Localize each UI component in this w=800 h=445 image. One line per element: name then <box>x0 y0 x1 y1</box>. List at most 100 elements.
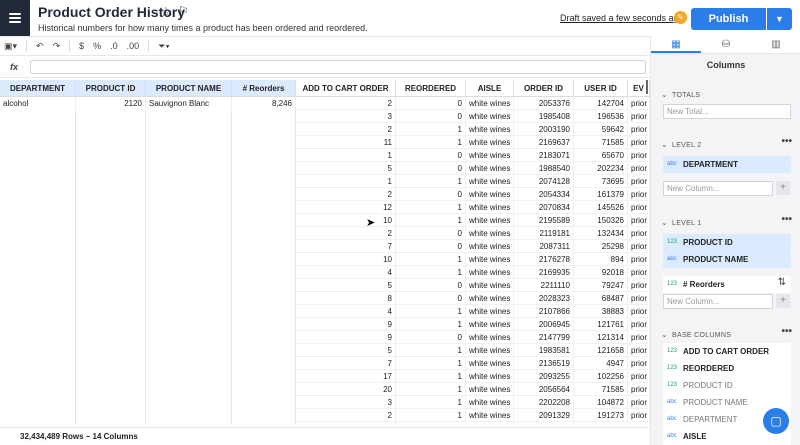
cell-aisle[interactable]: white wines <box>466 409 514 422</box>
cell-order-id[interactable]: 1988540 <box>514 162 574 175</box>
cell-eval-set[interactable]: prior <box>628 331 650 344</box>
cell-reordered[interactable]: 0 <box>396 240 466 253</box>
cell-order-id[interactable]: 2136519 <box>514 357 574 370</box>
cell-reordered[interactable]: 1 <box>396 201 466 214</box>
cell-user-id[interactable]: 104872 <box>574 396 628 409</box>
cell-user-id[interactable]: 71585 <box>574 383 628 396</box>
new-column-input[interactable]: New Column... <box>663 294 773 309</box>
cell-reordered[interactable]: 0 <box>396 227 466 240</box>
cell-aisle[interactable]: white wines <box>466 292 514 305</box>
cell-add-to-cart-order[interactable]: 20 <box>296 383 396 396</box>
pencil-icon[interactable]: ✎ <box>674 11 687 24</box>
cell-reordered[interactable]: 0 <box>396 149 466 162</box>
cell-order-id[interactable]: 2070834 <box>514 201 574 214</box>
cell-aisle[interactable]: white wines <box>466 227 514 240</box>
cell-eval-set[interactable]: prior <box>628 136 650 149</box>
cell-order-id[interactable]: 2176278 <box>514 253 574 266</box>
cell-aisle[interactable]: white wines <box>466 396 514 409</box>
cell-aisle[interactable]: white wines <box>466 357 514 370</box>
tab-database-icon[interactable]: ⛁ <box>701 36 751 53</box>
undo-icon[interactable]: ↶ <box>36 41 44 52</box>
cell-user-id[interactable]: 25298 <box>574 240 628 253</box>
cell-aisle[interactable]: white wines <box>466 266 514 279</box>
cell-order-id[interactable]: 2093255 <box>514 370 574 383</box>
add-icon[interactable]: + <box>776 294 790 308</box>
cell-user-id[interactable]: 59642 <box>574 123 628 136</box>
cell-add-to-cart-order[interactable]: 1 <box>296 149 396 162</box>
cell-reordered[interactable]: 0 <box>396 110 466 123</box>
filter-icon[interactable]: ⏷▾ <box>158 41 170 52</box>
cell-user-id[interactable]: 150326 <box>574 214 628 227</box>
cell-user-id[interactable]: 121761 <box>574 318 628 331</box>
cell-aisle[interactable]: white wines <box>466 149 514 162</box>
cell-reordered[interactable]: 1 <box>396 305 466 318</box>
panel-column-product-id[interactable]: 123 PRODUCT ID <box>663 234 791 251</box>
cell-aisle[interactable]: white wines <box>466 110 514 123</box>
cell-add-to-cart-order[interactable]: 5 <box>296 162 396 175</box>
add-icon[interactable]: + <box>776 181 790 195</box>
cell-eval-set[interactable]: prior <box>628 253 650 266</box>
cell-reordered[interactable]: 0 <box>396 162 466 175</box>
cell-order-id[interactable]: 2091329 <box>514 409 574 422</box>
cell-order-id[interactable]: 2006945 <box>514 318 574 331</box>
draft-status-link[interactable]: Draft saved a few seconds ago <box>560 13 684 23</box>
decrease-decimal-button[interactable]: .0 <box>110 41 118 51</box>
cell-user-id[interactable]: 79247 <box>574 279 628 292</box>
column-header-add-to-cart-order[interactable]: ADD TO CART ORDER <box>296 80 396 97</box>
column-header-reorders[interactable]: # Reorders <box>232 80 296 97</box>
cell-aisle[interactable]: white wines <box>466 318 514 331</box>
column-header-department[interactable]: DEPARTMENT <box>0 80 76 97</box>
cell-order-id[interactable]: 2123700 <box>514 422 574 425</box>
percent-format-button[interactable]: % <box>93 41 101 51</box>
comment-icon[interactable]: ⚐ <box>178 4 189 18</box>
cell-reordered[interactable]: 1 <box>396 422 466 425</box>
cell-aisle[interactable]: white wines <box>466 188 514 201</box>
cell-reordered[interactable]: 0 <box>396 188 466 201</box>
cell-order-id[interactable]: 2119181 <box>514 227 574 240</box>
cell-aisle[interactable]: white wines <box>466 214 514 227</box>
cell-aisle[interactable]: white wines <box>466 136 514 149</box>
section-level2-heading[interactable]: ⌄ LEVEL 2 <box>661 140 702 149</box>
panel-column-reorders[interactable]: 123 # Reorders <box>663 276 791 293</box>
cell-eval-set[interactable]: prior <box>628 344 650 357</box>
cell-user-id[interactable]: 38883 <box>574 305 628 318</box>
panel-base-column[interactable]: 123 REORDERED <box>663 360 791 377</box>
panel-base-column[interactable]: 123 ADD TO CART ORDER <box>663 343 791 360</box>
new-column-input[interactable]: New Column... <box>663 181 773 196</box>
tab-chart-icon[interactable]: ▥ <box>751 36 800 53</box>
cell-aisle[interactable]: white wines <box>466 422 514 425</box>
cell-order-id[interactable]: 2169935 <box>514 266 574 279</box>
cell-eval-set[interactable]: prior <box>628 149 650 162</box>
cell-order-id[interactable]: 2107866 <box>514 305 574 318</box>
column-header-product-id[interactable]: PRODUCT ID <box>76 80 146 97</box>
cell-aisle[interactable]: white wines <box>466 175 514 188</box>
cell-aisle[interactable]: white wines <box>466 331 514 344</box>
cell-add-to-cart-order[interactable]: 2 <box>296 227 396 240</box>
cell-aisle[interactable]: white wines <box>466 383 514 396</box>
cell-eval-set[interactable]: prior <box>628 201 650 214</box>
cell-aisle[interactable]: white wines <box>466 162 514 175</box>
column-header-aisle[interactable]: AISLE <box>466 80 514 97</box>
cell-eval-set[interactable]: prior <box>628 175 650 188</box>
chevron-down-icon[interactable]: ▼ <box>767 8 792 30</box>
cell-eval-set[interactable]: prior <box>628 266 650 279</box>
cell-eval-set[interactable]: prior <box>628 240 650 253</box>
cell-order-id[interactable]: 2087311 <box>514 240 574 253</box>
column-header-reordered[interactable]: REORDERED <box>396 80 466 97</box>
cell-add-to-cart-order[interactable]: 5 <box>296 279 396 292</box>
cell-reordered[interactable]: 1 <box>396 396 466 409</box>
cell-user-id[interactable]: 161379 <box>574 188 628 201</box>
panel-base-column[interactable]: 123 PRODUCT ID <box>663 377 791 394</box>
cell-user-id[interactable]: 894 <box>574 253 628 266</box>
cell-user-id[interactable]: 145526 <box>574 201 628 214</box>
menu-button[interactable] <box>0 0 30 36</box>
cell-eval-set[interactable]: prior <box>628 422 650 425</box>
panel-column-department[interactable]: abc DEPARTMENT <box>663 156 791 173</box>
cell-eval-set[interactable]: prior <box>628 305 650 318</box>
cell-eval-set[interactable]: prior <box>628 188 650 201</box>
cell-aisle[interactable]: white wines <box>466 305 514 318</box>
save-icon[interactable]: ▣▾ <box>4 41 17 52</box>
cell-add-to-cart-order[interactable]: 2 <box>296 123 396 136</box>
cell-user-id[interactable]: 132434 <box>574 227 628 240</box>
cell-reordered[interactable]: 1 <box>396 357 466 370</box>
